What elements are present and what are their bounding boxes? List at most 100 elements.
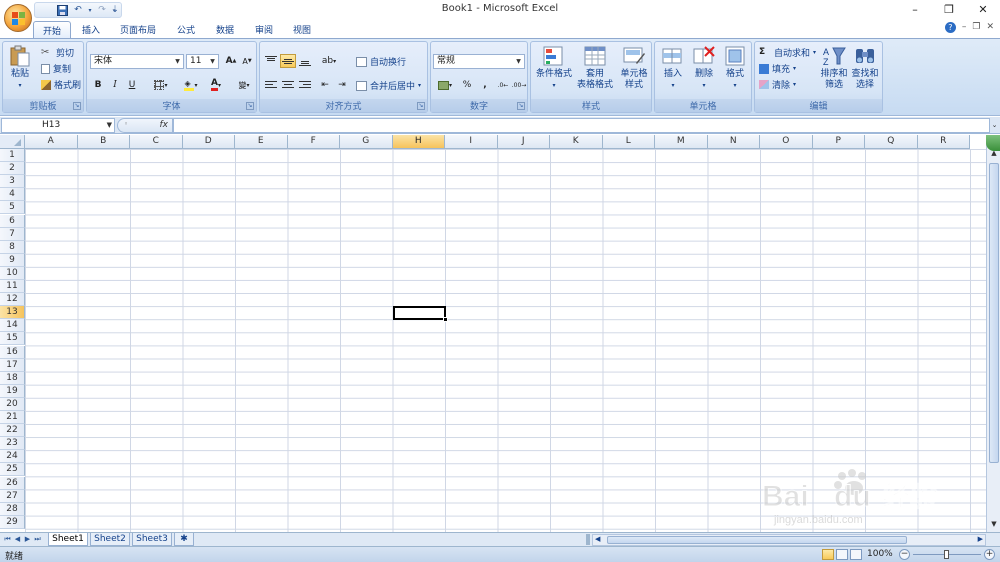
sheet-tab-sheet3[interactable]: Sheet3 (132, 533, 172, 546)
border-button[interactable]: ▾ (149, 78, 173, 92)
row-header-20[interactable]: 20 (0, 397, 25, 411)
row-header-21[interactable]: 21 (0, 411, 25, 425)
cut-button[interactable]: ✂ 剪切 (41, 46, 74, 60)
percent-button[interactable]: % (459, 78, 475, 92)
column-header-I[interactable]: I (445, 135, 498, 149)
select-all-button[interactable] (0, 135, 25, 149)
clear-button[interactable]: 清除 ▾ (759, 78, 796, 91)
column-header-B[interactable]: B (77, 135, 130, 149)
column-header-G[interactable]: G (340, 135, 393, 149)
increase-decimal-button[interactable]: .0← (495, 78, 511, 92)
row-header-6[interactable]: 6 (0, 214, 25, 228)
page-layout-view-icon[interactable] (836, 549, 848, 560)
copy-button[interactable]: 复制 (41, 62, 71, 75)
row-header-7[interactable]: 7 (0, 227, 25, 241)
format-cells-button[interactable]: 格式 ▾ (721, 45, 749, 91)
row-header-15[interactable]: 15 (0, 332, 25, 346)
ribbon-restore-icon[interactable]: ❐ (972, 22, 980, 33)
horizontal-scroll-thumb[interactable] (607, 536, 907, 544)
active-cell-H13[interactable] (392, 306, 448, 323)
minimize-button[interactable]: – (898, 0, 932, 18)
cell-styles-button[interactable]: 单元格 样式 (617, 45, 651, 91)
font-dialog-launcher-icon[interactable]: ↘ (246, 102, 254, 110)
orientation-button[interactable]: ab ▾ (317, 54, 341, 68)
row-header-10[interactable]: 10 (0, 266, 25, 280)
insert-sheet-icon[interactable]: ✱ (174, 533, 194, 546)
merge-center-button[interactable]: 合并后居中 ▾ (356, 79, 421, 92)
bold-button[interactable]: B (90, 78, 106, 92)
row-header-14[interactable]: 14 (0, 319, 25, 333)
expand-formula-bar-icon[interactable]: ⌄ (990, 118, 999, 133)
comma-button[interactable]: , (477, 78, 493, 92)
increase-indent-button[interactable]: ⇥ (334, 78, 350, 92)
column-header-R[interactable]: R (917, 135, 970, 149)
column-header-N[interactable]: N (707, 135, 760, 149)
formula-input[interactable] (173, 118, 990, 133)
row-header-18[interactable]: 18 (0, 371, 25, 385)
row-header-28[interactable]: 28 (0, 502, 25, 516)
ribbon-minimize-icon[interactable]: – (962, 22, 967, 33)
zoom-level[interactable]: 100% (867, 549, 893, 559)
close-button[interactable]: ✕ (966, 0, 1000, 18)
wrap-text-button[interactable]: 自动换行 (356, 55, 406, 68)
number-dialog-launcher-icon[interactable]: ↘ (517, 102, 525, 110)
sort-filter-button[interactable]: AZ 排序和 筛选 (819, 45, 849, 91)
first-sheet-icon[interactable]: ⏮ (3, 534, 12, 545)
font-color-button[interactable]: A ▾ (204, 78, 228, 92)
align-right-button[interactable] (297, 78, 313, 92)
vertical-scrollbar[interactable]: ▲ ▼ (986, 135, 1000, 532)
row-header-9[interactable]: 9 (0, 253, 25, 267)
tab-home[interactable]: 开始 (33, 21, 71, 38)
italic-button[interactable]: I (107, 78, 123, 92)
row-header-22[interactable]: 22 (0, 424, 25, 438)
row-header-11[interactable]: 11 (0, 280, 25, 294)
font-size-combo[interactable]: 11 ▼ (186, 54, 219, 69)
row-header-29[interactable]: 29 (0, 515, 25, 529)
fill-handle[interactable] (443, 317, 448, 323)
fill-button[interactable]: 填充 ▾ (759, 62, 796, 75)
row-header-26[interactable]: 26 (0, 476, 25, 490)
office-button[interactable] (4, 4, 32, 32)
horizontal-scrollbar[interactable]: ◀ ▶ (592, 534, 986, 546)
conditional-formatting-button[interactable]: 条件格式 ▾ (535, 45, 573, 91)
row-header-19[interactable]: 19 (0, 384, 25, 398)
row-header-4[interactable]: 4 (0, 188, 25, 202)
row-header-3[interactable]: 3 (0, 175, 25, 189)
column-header-M[interactable]: M (655, 135, 708, 149)
decrease-indent-button[interactable]: ⇤ (317, 78, 333, 92)
align-center-button[interactable] (280, 78, 296, 92)
column-header-L[interactable]: L (602, 135, 655, 149)
row-header-12[interactable]: 12 (0, 293, 25, 307)
phonetic-button[interactable]: 變 ▾ (232, 78, 256, 92)
align-top-button[interactable] (263, 54, 279, 68)
row-header-2[interactable]: 2 (0, 162, 25, 176)
column-header-O[interactable]: O (760, 135, 813, 149)
insert-function-icon[interactable]: fx (160, 120, 169, 130)
prev-sheet-icon[interactable]: ◀ (13, 534, 22, 545)
formula-bar-dropdown-icon[interactable]: ◦ (124, 120, 128, 128)
row-header-16[interactable]: 16 (0, 345, 25, 359)
vertical-scroll-thumb[interactable] (989, 163, 999, 463)
underline-button[interactable]: U (124, 78, 140, 92)
column-header-Q[interactable]: Q (865, 135, 918, 149)
tab-formulas[interactable]: 公式 (168, 21, 204, 38)
tab-review[interactable]: 审阅 (246, 21, 282, 38)
scroll-right-icon[interactable]: ▶ (978, 535, 983, 543)
zoom-in-icon[interactable]: + (984, 549, 995, 560)
column-header-K[interactable]: K (550, 135, 603, 149)
column-header-J[interactable]: J (497, 135, 550, 149)
column-header-P[interactable]: P (812, 135, 865, 149)
ribbon-close-icon[interactable]: ✕ (986, 22, 994, 33)
column-header-A[interactable]: A (25, 135, 78, 149)
row-header-25[interactable]: 25 (0, 463, 25, 477)
paste-button[interactable]: 粘贴 ▾ (7, 45, 33, 91)
scroll-down-icon[interactable]: ▼ (987, 520, 1000, 532)
column-header-C[interactable]: C (130, 135, 183, 149)
row-header-23[interactable]: 23 (0, 437, 25, 451)
font-name-combo[interactable]: 宋体 ▼ (90, 54, 184, 69)
column-header-D[interactable]: D (182, 135, 235, 149)
accounting-format-button[interactable]: ▾ (433, 78, 457, 92)
sheet-tab-sheet1[interactable]: Sheet1 (48, 533, 88, 546)
column-header-E[interactable]: E (235, 135, 288, 149)
tab-view[interactable]: 视图 (284, 21, 320, 38)
